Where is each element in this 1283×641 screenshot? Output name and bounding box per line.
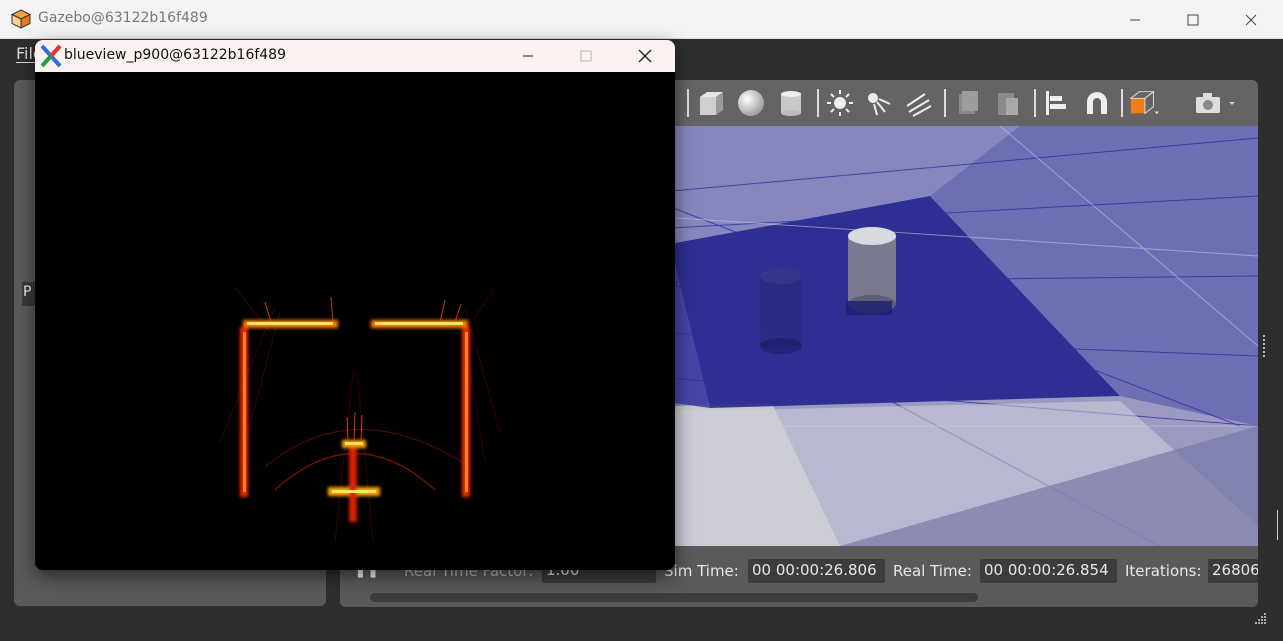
gazebo-logo-icon: [10, 8, 32, 30]
sonar-close-button[interactable]: [617, 40, 673, 72]
sim-time-label: Sim Time:: [664, 562, 739, 580]
x11-logo-icon: [39, 44, 63, 68]
window-title: Gazebo@63122b16f489: [38, 10, 208, 26]
iterations-label: Iterations:: [1125, 562, 1202, 580]
minimize-button[interactable]: [1106, 0, 1164, 39]
sonar-maximize-button: [558, 40, 614, 72]
toolbar-separator: [944, 89, 946, 117]
point-light-icon[interactable]: [862, 87, 894, 119]
horizontal-scrollbar[interactable]: [370, 593, 978, 602]
real-time-value: 00 00:00:26.854: [980, 559, 1117, 583]
magnet-icon[interactable]: [1081, 87, 1113, 119]
box-icon[interactable]: [695, 87, 727, 119]
gazebo-titlebar[interactable]: Gazebo@63122b16f489: [0, 0, 1283, 39]
toolbar-separator: [1034, 89, 1036, 117]
align-icon[interactable]: [1040, 87, 1072, 119]
toolbar-separator: [817, 89, 819, 117]
close-button[interactable]: [1222, 0, 1280, 39]
toolbar-separator: [1121, 89, 1123, 117]
cylinder-icon[interactable]: [775, 87, 807, 119]
sonar-image: [35, 72, 675, 570]
directional-light-icon[interactable]: [902, 87, 934, 119]
window-edge: [1277, 510, 1283, 540]
paste-icon[interactable]: [992, 87, 1024, 119]
sonar-image-window: blueview_p900@63122b16f489: [35, 40, 675, 570]
view-angle-icon[interactable]: [1128, 87, 1160, 119]
toolbar-separator: [687, 89, 689, 117]
resize-grip-icon[interactable]: [1255, 612, 1271, 628]
sonar-titlebar[interactable]: blueview_p900@63122b16f489: [35, 40, 675, 72]
copy-icon[interactable]: [952, 87, 984, 119]
sonar-minimize-button[interactable]: [500, 40, 556, 72]
iterations-value: 26806: [1208, 559, 1258, 583]
sonar-window-title: blueview_p900@63122b16f489: [64, 47, 286, 63]
sun-light-icon[interactable]: [824, 87, 856, 119]
maximize-button[interactable]: [1164, 0, 1222, 39]
sim-time-value: 00 00:00:26.806: [748, 559, 885, 583]
splitter-handle[interactable]: [1263, 335, 1267, 357]
camera-icon[interactable]: [1192, 87, 1224, 119]
real-time-label: Real Time:: [893, 562, 972, 580]
toolbar-menu-chevron-icon[interactable]: [1224, 87, 1240, 119]
sphere-icon[interactable]: [735, 87, 767, 119]
